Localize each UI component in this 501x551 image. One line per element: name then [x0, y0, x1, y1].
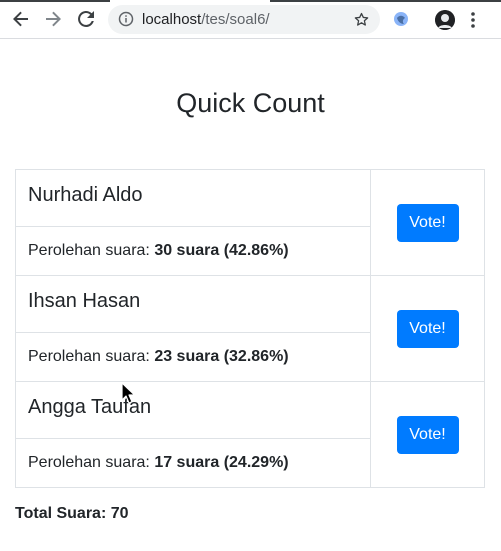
candidate-result: Perolehan suara: 17 suara (24.29%)	[15, 438, 371, 488]
candidate-name: Angga Taufan	[15, 381, 371, 439]
back-button[interactable]	[10, 8, 32, 30]
result-prefix: Perolehan suara:	[28, 454, 150, 471]
reload-icon	[78, 10, 94, 27]
table-row: Angga Taufan Vote!	[15, 381, 485, 488]
address-bar[interactable]: localhost/tes/soal6/	[108, 5, 380, 34]
result-value: 30 suara (42.86%)	[154, 242, 289, 259]
avatar-icon[interactable]	[435, 10, 455, 30]
vote-cell: Vote!	[370, 169, 485, 276]
menu-icon[interactable]	[468, 10, 478, 30]
tab-strip	[0, 0, 501, 3]
url-path: /tes/soal6/	[201, 11, 270, 28]
forward-icon	[46, 11, 61, 27]
candidate-name: Ihsan Hasan	[15, 275, 371, 333]
candidate-name: Nurhadi Aldo	[15, 169, 371, 227]
candidate-table: Nurhadi Aldo Vote! Perolehan suara: 30 s…	[15, 169, 485, 488]
info-icon[interactable]	[118, 11, 134, 27]
browser-toolbar: localhost/tes/soal6/	[0, 0, 501, 39]
vote-button-angga-taufan[interactable]: Vote!	[396, 415, 459, 454]
extension-icon[interactable]	[392, 10, 410, 28]
result-value: 17 suara (24.29%)	[154, 454, 289, 471]
reload-button[interactable]	[75, 8, 97, 30]
vote-cell: Vote!	[370, 275, 485, 382]
url-host: localhost	[142, 11, 202, 28]
vote-button-nurhadi-aldo[interactable]: Vote!	[396, 203, 459, 242]
total-votes: Total Suara: 70	[15, 505, 129, 522]
mouse-cursor-icon	[121, 382, 135, 404]
back-icon	[13, 11, 28, 27]
result-prefix: Perolehan suara:	[28, 348, 150, 365]
vote-button-ihsan-hasan[interactable]: Vote!	[396, 309, 459, 348]
candidate-result: Perolehan suara: 30 suara (42.86%)	[15, 226, 371, 276]
table-row: Nurhadi Aldo Vote!	[15, 169, 485, 276]
star-icon[interactable]	[353, 11, 370, 28]
result-value: 23 suara (32.86%)	[154, 348, 289, 365]
vote-cell: Vote!	[370, 381, 485, 488]
page-title: Quick Count	[176, 88, 325, 118]
candidate-result: Perolehan suara: 23 suara (32.86%)	[15, 332, 371, 382]
forward-button[interactable]	[42, 8, 64, 30]
table-row: Ihsan Hasan Vote!	[15, 275, 485, 382]
result-prefix: Perolehan suara:	[28, 242, 150, 259]
url-text[interactable]: localhost/tes/soal6/	[142, 11, 270, 28]
